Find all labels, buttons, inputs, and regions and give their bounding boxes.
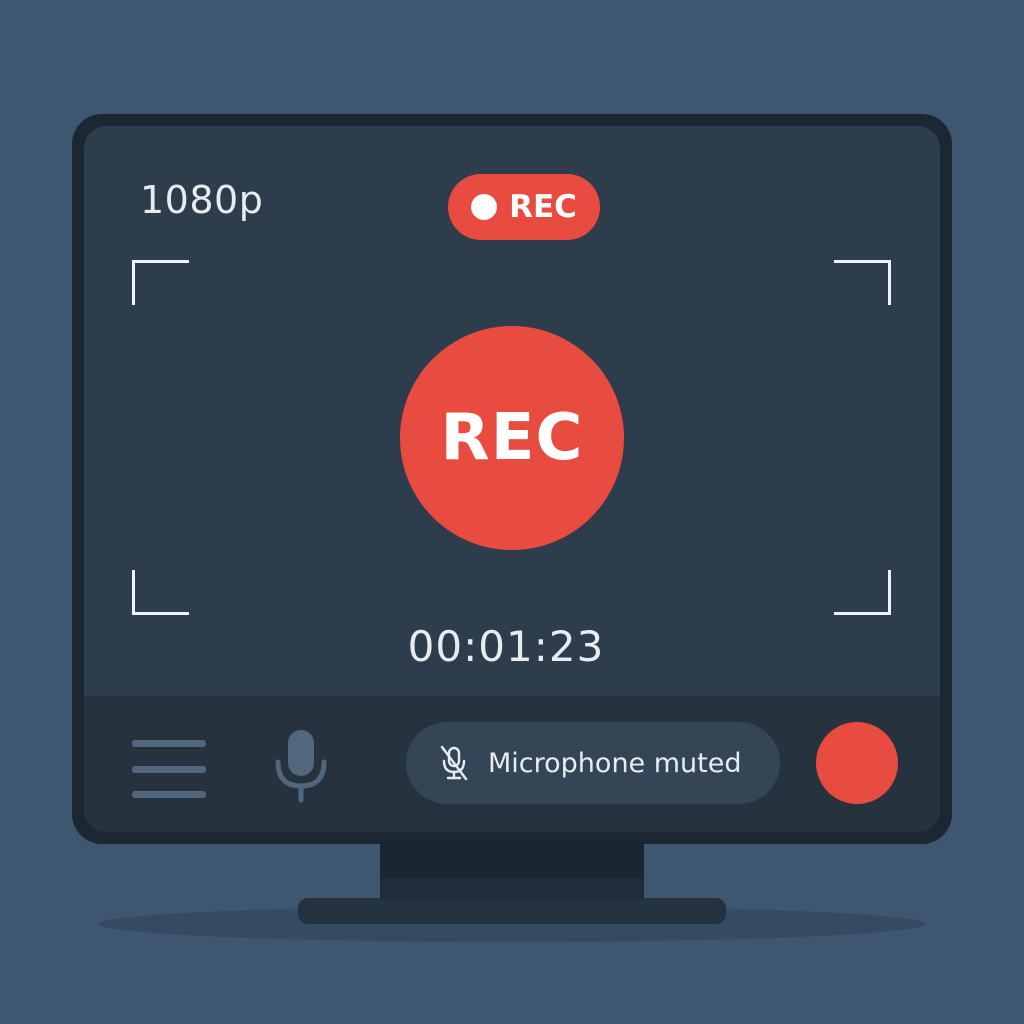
monitor-stand-neck: [380, 838, 644, 902]
menu-line: [132, 791, 206, 798]
menu-line: [132, 740, 206, 747]
microphone-muted-label: Microphone muted: [488, 747, 742, 779]
recording-dot-icon: [471, 194, 498, 220]
record-toggle-button[interactable]: REC: [400, 326, 624, 550]
record-dot-icon[interactable]: [816, 722, 898, 804]
microphone-off-icon: [440, 745, 468, 781]
microphone-muted-status[interactable]: Microphone muted: [406, 722, 780, 804]
microphone-icon-graphic: [275, 730, 327, 803]
recording-status-label: REC: [509, 189, 577, 225]
frame-corner-bottom-right: [834, 570, 891, 615]
frame-corner-bottom-left: [132, 570, 189, 615]
control-bar: Microphone muted: [84, 696, 940, 832]
frame-corner-top-left: [132, 260, 189, 305]
recording-status-badge: REC: [448, 174, 600, 240]
microphone-icon[interactable]: [268, 726, 334, 806]
camera-viewfinder: 1080p REC REC 00:01:23 Microphone muted: [84, 126, 940, 832]
recording-timer: 00:01:23: [407, 622, 605, 671]
monitor-stand-base: [298, 898, 726, 924]
frame-corner-top-right: [834, 260, 891, 305]
hamburger-menu-icon[interactable]: [132, 740, 206, 798]
record-toggle-label: REC: [440, 401, 584, 475]
monitor-frame: 1080p REC REC 00:01:23 Microphone muted: [72, 114, 952, 844]
menu-line: [132, 765, 206, 773]
scene: 1080p REC REC 00:01:23 Microphone muted: [0, 0, 1024, 1024]
resolution-label[interactable]: 1080p: [140, 178, 263, 222]
